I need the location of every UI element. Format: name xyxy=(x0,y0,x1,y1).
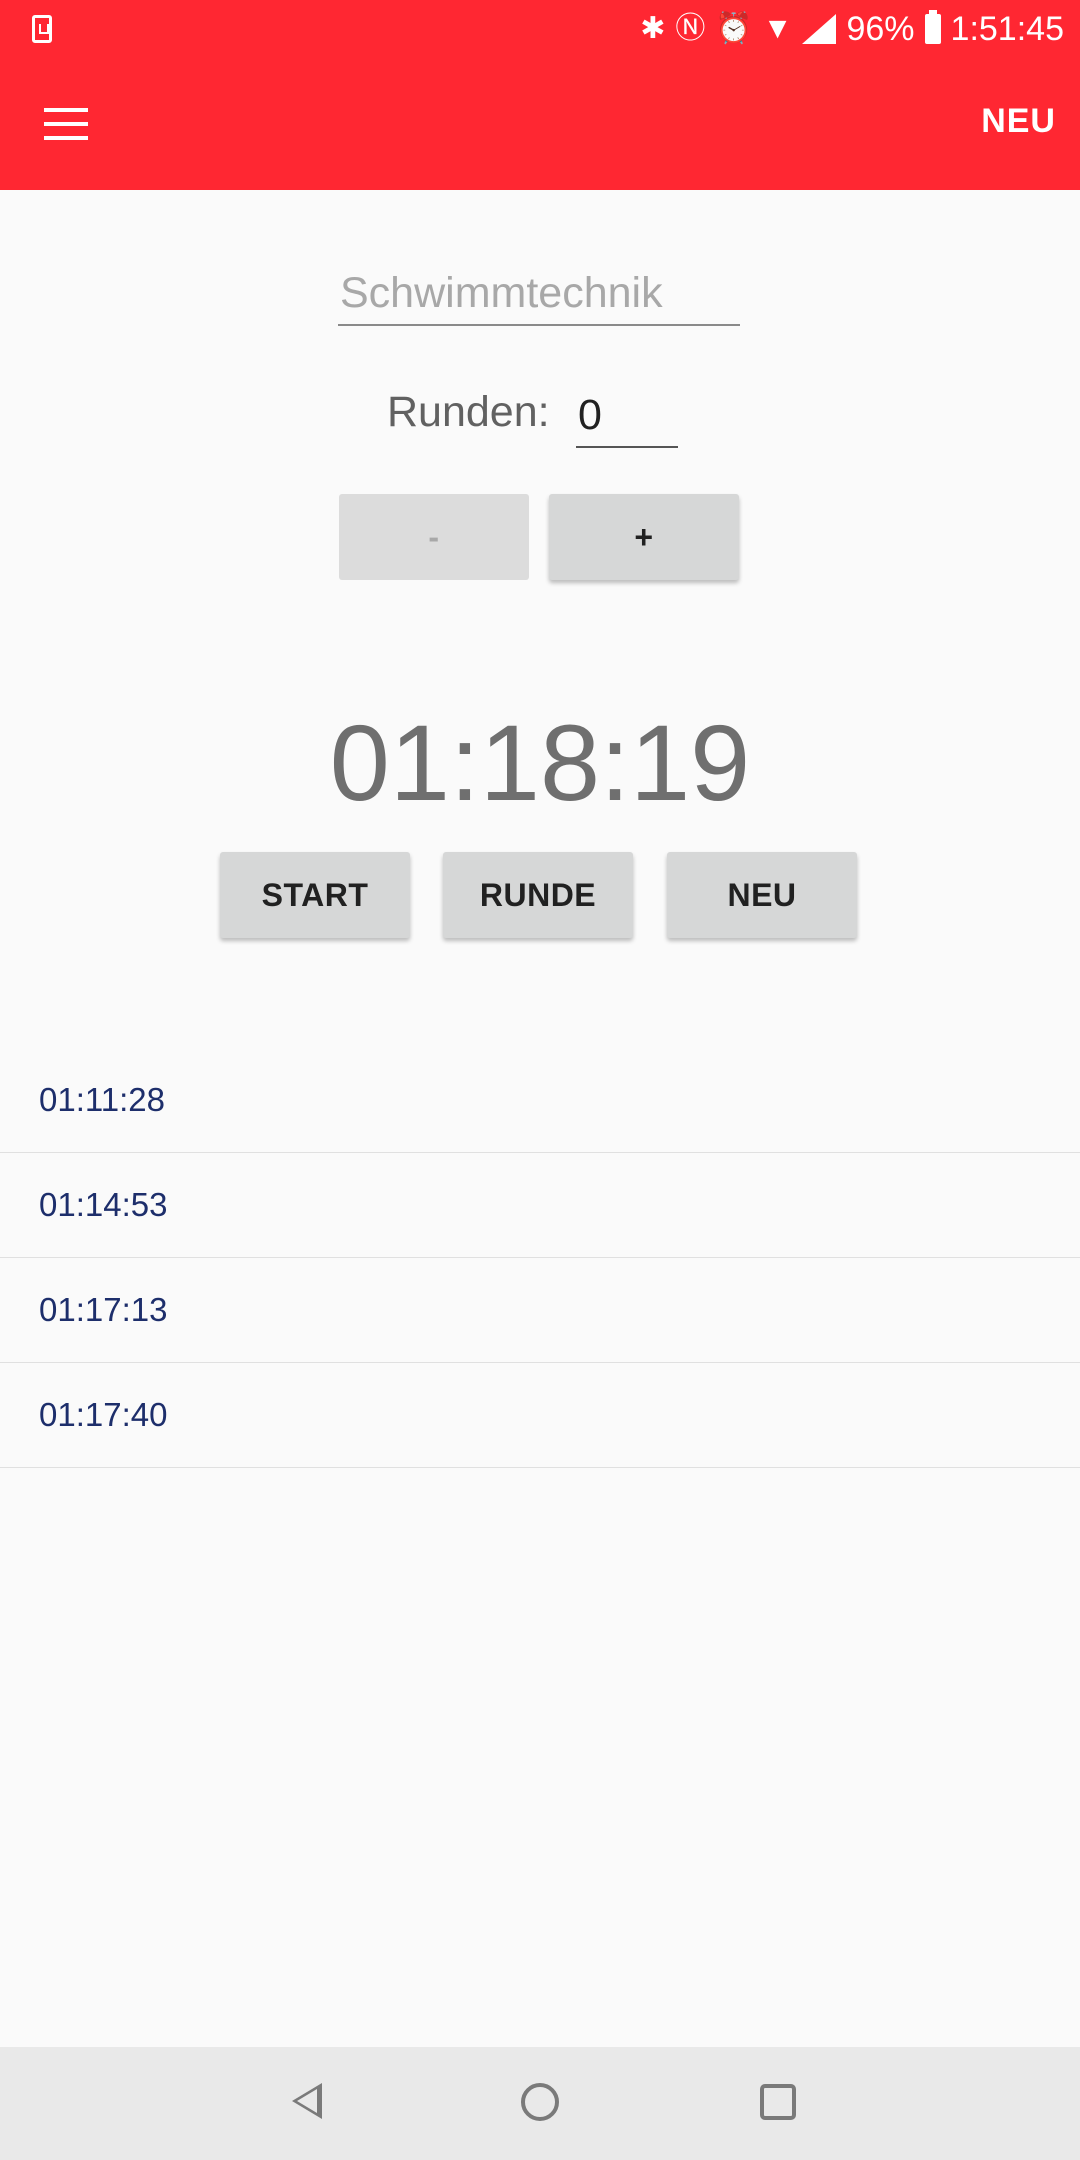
name-input[interactable] xyxy=(338,262,740,326)
rounds-label: Runden: xyxy=(387,388,550,436)
navigation-bar xyxy=(0,2047,1080,2160)
decrement-button[interactable]: - xyxy=(339,494,529,580)
increment-button[interactable]: + xyxy=(549,494,739,580)
rounds-input[interactable] xyxy=(576,384,678,448)
hamburger-menu-icon[interactable] xyxy=(44,108,88,140)
bluetooth-icon: ✱ xyxy=(640,12,666,45)
recents-icon[interactable] xyxy=(760,2084,796,2120)
lap-item[interactable]: 01:17:40 xyxy=(0,1363,1080,1468)
lap-button[interactable]: RUNDE xyxy=(443,852,633,938)
lap-item[interactable]: 01:17:13 xyxy=(0,1258,1080,1363)
app-bar: NEU xyxy=(0,58,1080,190)
lap-item[interactable]: 01:14:53 xyxy=(0,1153,1080,1258)
status-bar: ✱ Ⓝ ⏰ ▼ 96% 1:51:45 xyxy=(0,0,1080,58)
wifi-icon: ▼ xyxy=(762,12,793,45)
back-icon[interactable] xyxy=(292,2083,322,2119)
timer-display: 01:18:19 xyxy=(329,702,751,823)
home-icon[interactable] xyxy=(521,2083,559,2121)
nfc-icon: Ⓝ xyxy=(675,12,706,45)
alarm-icon: ⏰ xyxy=(715,12,753,45)
download-notification-icon xyxy=(32,15,52,43)
clock: 1:51:45 xyxy=(950,9,1064,48)
status-icons: ✱ Ⓝ ⏰ ▼ 96% 1:51:45 xyxy=(640,0,1064,58)
cell-signal-icon xyxy=(802,14,837,44)
lap-list: 01:11:28 01:14:53 01:17:13 01:17:40 xyxy=(0,1048,1080,1468)
reset-button[interactable]: NEU xyxy=(667,852,857,938)
battery-percent: 96% xyxy=(846,9,915,48)
lap-item[interactable]: 01:11:28 xyxy=(0,1048,1080,1153)
battery-icon xyxy=(924,10,941,44)
new-action-button[interactable]: NEU xyxy=(981,102,1056,148)
start-button[interactable]: START xyxy=(220,852,410,938)
